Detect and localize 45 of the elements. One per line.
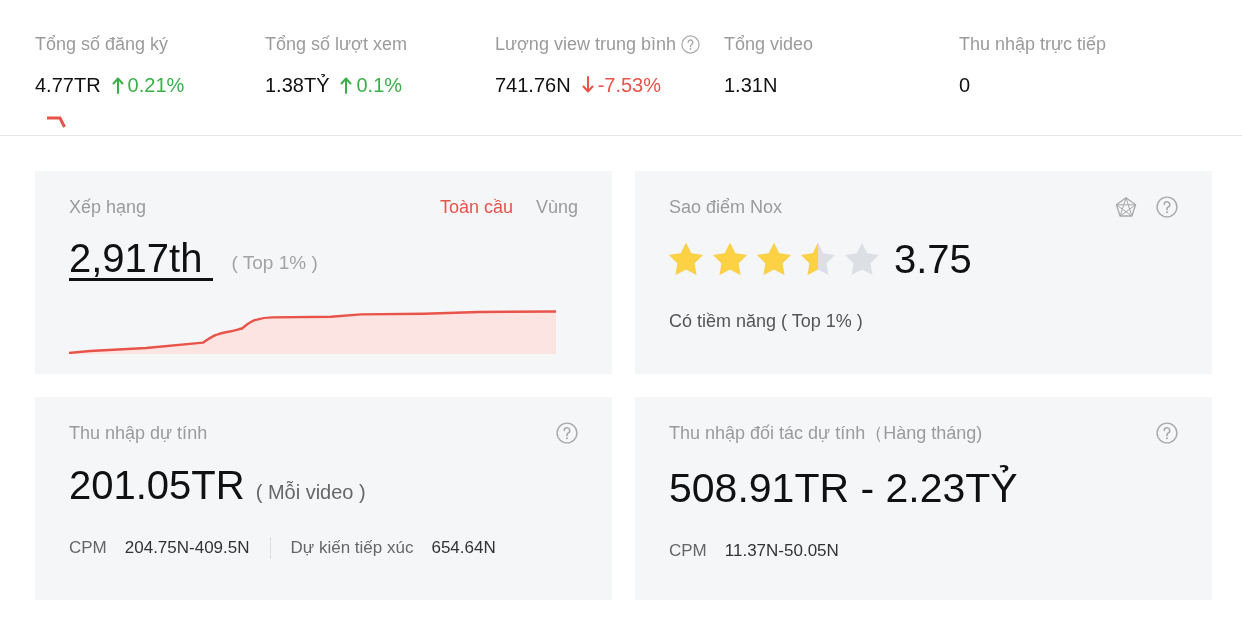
stat-label: Tổng số lượt xem	[265, 33, 407, 56]
region-tab[interactable]: Toàn cầu	[439, 195, 513, 219]
help-icon	[556, 422, 578, 444]
income-basis: ( Mỗi video )	[255, 480, 366, 504]
metric-label: CPM	[69, 537, 107, 559]
stat-label: Tổng số đăng ký	[35, 33, 169, 56]
stat-value: 1.38TỶ	[265, 73, 330, 98]
stat-label: Tổng video	[724, 33, 814, 56]
stat-value: 4.77TR	[35, 73, 101, 98]
corner-mark-icon	[46, 116, 66, 128]
stat-value: 0	[959, 73, 971, 98]
stat-value: 741.76N	[495, 73, 571, 98]
income-range-value: 508.91TR - 2.23TỶ	[669, 464, 1018, 512]
stat-value: 1.31N	[724, 73, 778, 98]
region-tab[interactable]: Vùng	[535, 195, 578, 219]
star-icon	[713, 242, 747, 276]
metric-value: 654.64N	[431, 537, 496, 559]
card-title: Thu nhập dự tính	[69, 422, 208, 445]
card-title: Thu nhập đối tác dự tính（Hàng tháng)	[669, 422, 983, 445]
down-arrow-icon	[581, 76, 594, 94]
income-value: 201.05TR	[69, 462, 245, 509]
metric-value: 11.37N-50.05N	[724, 540, 839, 562]
rank-value: 2,917th	[69, 238, 214, 281]
stat-change: -7.53%	[597, 73, 661, 98]
stat-label: Thu nhập trực tiếp	[959, 33, 1107, 56]
rank-percentile: ( Top 1% )	[231, 251, 318, 275]
pentagon-icon	[1115, 196, 1137, 218]
up-arrow-icon	[340, 76, 353, 94]
star-icon	[757, 242, 791, 276]
score-value: 3.75	[894, 236, 972, 283]
star-icon	[801, 242, 835, 276]
help-icon	[1156, 196, 1178, 218]
metric-label: CPM	[669, 540, 707, 562]
star-icon	[845, 242, 879, 276]
up-arrow-icon	[111, 76, 124, 94]
metric-label: Dự kiến tiếp xúc	[290, 537, 414, 559]
star-icon	[669, 242, 703, 276]
stat-change: 0.1%	[356, 73, 403, 98]
metric-value: 204.75N-409.5N	[124, 537, 250, 559]
rating-text: Có tiềm năng ( Top 1% )	[669, 310, 863, 333]
card-title: Sao điểm Nox	[669, 196, 783, 219]
help-icon	[1156, 422, 1178, 444]
card-title: Xếp hạng	[69, 196, 147, 219]
stat-change: 0.21%	[127, 73, 185, 98]
stat-label: Lượng view trung bình	[495, 33, 676, 56]
